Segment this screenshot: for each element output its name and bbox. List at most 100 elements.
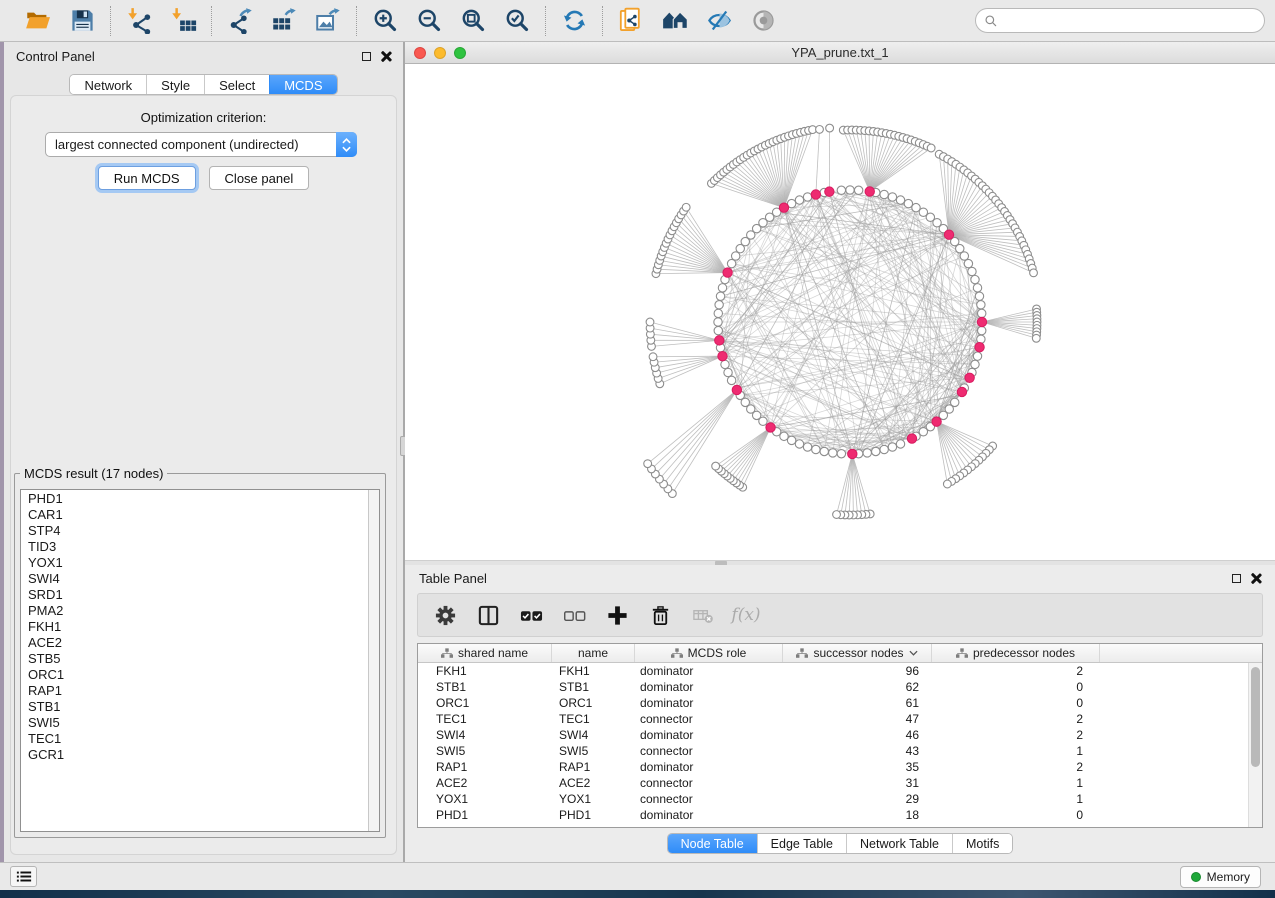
graph-satellite-node[interactable] (826, 124, 834, 132)
graph-node[interactable] (973, 284, 981, 292)
tab-motifs[interactable]: Motifs (952, 834, 1012, 853)
mcds-result-item[interactable]: YOX1 (21, 555, 367, 571)
graph-node[interactable] (727, 259, 735, 267)
import-table-icon[interactable] (168, 6, 198, 36)
graph-dominator-node[interactable] (848, 449, 857, 458)
graph-dominator-node[interactable] (865, 187, 874, 196)
settings-icon[interactable] (432, 602, 458, 628)
graph-node[interactable] (715, 301, 723, 309)
save-session-icon[interactable] (67, 6, 97, 36)
mcds-list-scrollbar[interactable] (368, 490, 379, 831)
refresh-icon[interactable] (559, 6, 589, 36)
graph-satellite-node[interactable] (816, 126, 824, 134)
mcds-result-item[interactable]: TID3 (21, 539, 367, 555)
graph-node[interactable] (714, 318, 722, 326)
mcds-result-item[interactable]: CAR1 (21, 507, 367, 523)
graph-node[interactable] (975, 292, 983, 300)
close-panel-icon[interactable] (380, 51, 391, 62)
tab-network[interactable]: Network (70, 75, 146, 94)
graph-satellite-node[interactable] (644, 460, 652, 468)
graph-node[interactable] (977, 301, 985, 309)
graph-node[interactable] (820, 447, 828, 455)
graph-dominator-node[interactable] (779, 203, 788, 212)
deselect-all-icon[interactable] (561, 602, 587, 628)
search-box[interactable] (975, 8, 1265, 33)
table-row[interactable]: STB1STB1dominator620 (418, 679, 1248, 695)
graph-node[interactable] (721, 360, 729, 368)
graph-node[interactable] (960, 252, 968, 260)
graph-node[interactable] (854, 186, 862, 194)
graph-dominator-node[interactable] (723, 268, 732, 277)
graph-node[interactable] (880, 190, 888, 198)
mcds-result-list[interactable]: PHD1CAR1STP4TID3YOX1SWI4SRD1PMA2FKH1ACE2… (20, 489, 380, 832)
mcds-result-item[interactable]: SWI5 (21, 715, 367, 731)
mcds-result-item[interactable]: PMA2 (21, 603, 367, 619)
tab-network-table[interactable]: Network Table (846, 834, 952, 853)
tab-node-table[interactable]: Node Table (668, 834, 757, 853)
graph-node[interactable] (896, 196, 904, 204)
mcds-result-item[interactable]: ORC1 (21, 667, 367, 683)
graph-dominator-node[interactable] (944, 230, 953, 239)
graph-dominator-node[interactable] (718, 351, 727, 360)
graph-node[interactable] (803, 443, 811, 451)
column-name[interactable]: name (552, 644, 635, 662)
table-row[interactable]: ACE2ACE2connector311 (418, 775, 1248, 791)
graph-satellite-node[interactable] (682, 203, 690, 211)
graph-node[interactable] (968, 267, 976, 275)
table-row[interactable]: YOX1YOX1connector291 (418, 791, 1248, 807)
graph-node[interactable] (978, 326, 986, 334)
graph-satellite-node[interactable] (943, 480, 951, 488)
tab-edge-table[interactable]: Edge Table (757, 834, 846, 853)
mcds-result-item[interactable]: TEC1 (21, 731, 367, 747)
mcds-result-item[interactable]: PHD1 (21, 491, 367, 507)
mcds-result-item[interactable]: GCR1 (21, 747, 367, 763)
show-all-icon[interactable] (748, 6, 778, 36)
table-row[interactable]: RAP1RAP1dominator352 (418, 759, 1248, 775)
graph-dominator-node[interactable] (965, 373, 974, 382)
column-successor-nodes[interactable]: successor nodes (783, 644, 932, 662)
tab-mcds[interactable]: MCDS (269, 75, 336, 94)
close-table-panel-icon[interactable] (1250, 573, 1261, 584)
graph-node[interactable] (718, 284, 726, 292)
graph-node[interactable] (829, 449, 837, 457)
mcds-result-item[interactable]: SWI4 (21, 571, 367, 587)
graph-dominator-node[interactable] (766, 423, 775, 432)
optimization-criterion-select[interactable]: largest connected component (undirected) (45, 132, 357, 157)
float-table-panel-icon[interactable] (1232, 574, 1241, 583)
graph-dominator-node[interactable] (825, 187, 834, 196)
graph-satellite-node[interactable] (927, 144, 935, 152)
graph-dominator-node[interactable] (932, 417, 941, 426)
table-row[interactable]: PHD1PHD1dominator180 (418, 807, 1248, 823)
graph-node[interactable] (973, 352, 981, 360)
graph-dominator-node[interactable] (732, 385, 741, 394)
graph-dominator-node[interactable] (975, 342, 984, 351)
new-network-from-selection-icon[interactable] (616, 6, 646, 36)
graph-node[interactable] (846, 186, 854, 194)
graph-dominator-node[interactable] (811, 190, 820, 199)
zoom-in-icon[interactable] (370, 6, 400, 36)
graph-node[interactable] (971, 360, 979, 368)
open-session-icon[interactable] (23, 6, 53, 36)
close-panel-button[interactable]: Close panel (209, 166, 310, 190)
table-scrollbar-thumb[interactable] (1251, 667, 1260, 767)
graph-satellite-node[interactable] (712, 462, 720, 470)
mcds-result-item[interactable]: STB1 (21, 699, 367, 715)
graph-node[interactable] (964, 259, 972, 267)
graph-node[interactable] (837, 450, 845, 458)
graph-node[interactable] (978, 309, 986, 317)
zoom-out-icon[interactable] (414, 6, 444, 36)
graph-node[interactable] (837, 186, 845, 194)
column-shared-name[interactable]: shared name (418, 644, 552, 662)
graph-satellite-node[interactable] (1032, 334, 1040, 342)
graph-node[interactable] (803, 193, 811, 201)
graph-node[interactable] (714, 326, 722, 334)
graph-satellite-node[interactable] (649, 353, 657, 361)
column-predecessor-nodes[interactable]: predecessor nodes (932, 644, 1100, 662)
delete-column-icon[interactable] (647, 602, 673, 628)
zoom-fit-icon[interactable] (458, 6, 488, 36)
graph-satellite-node[interactable] (833, 511, 841, 519)
graph-node[interactable] (787, 436, 795, 444)
graph-dominator-node[interactable] (957, 387, 966, 396)
network-canvas[interactable] (405, 64, 1275, 560)
graph-dominator-node[interactable] (907, 434, 916, 443)
